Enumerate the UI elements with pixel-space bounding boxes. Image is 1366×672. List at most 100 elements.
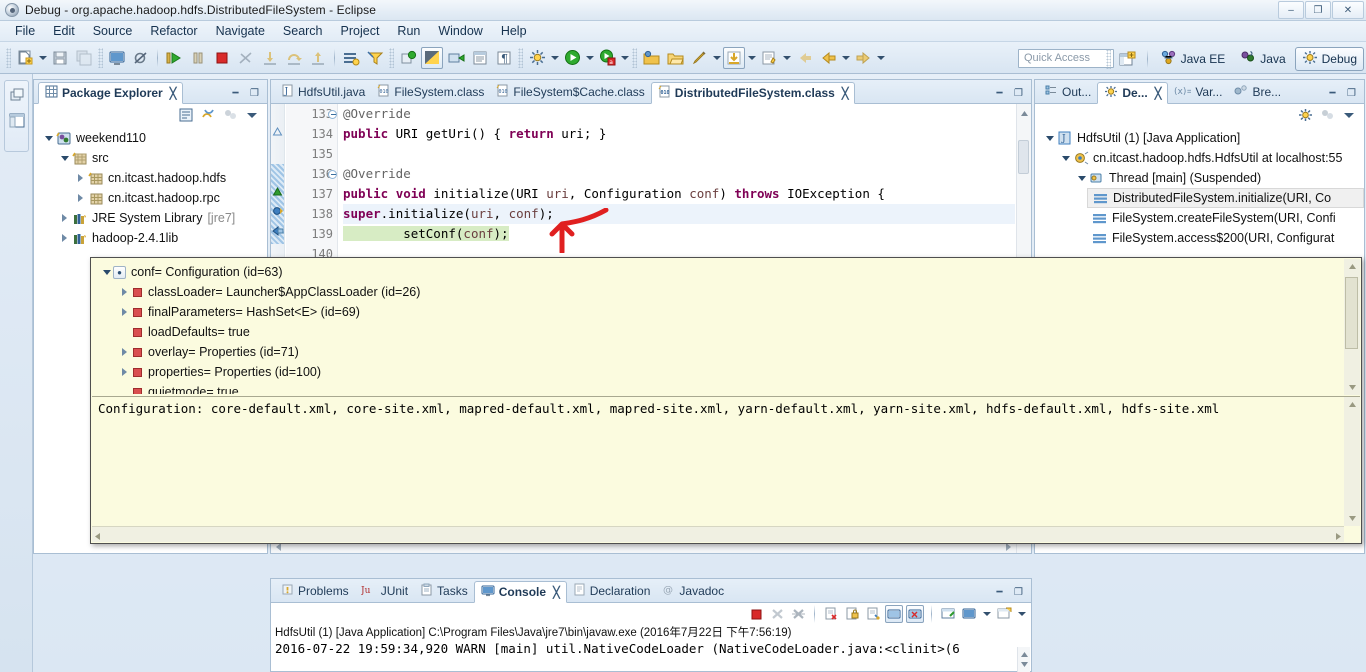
remove-all-terminated-icon[interactable] <box>789 605 807 623</box>
download-icon[interactable] <box>723 46 745 69</box>
clear-console-icon[interactable] <box>822 605 840 623</box>
run-last-tool-icon[interactable] <box>445 47 467 69</box>
menu-edit[interactable]: Edit <box>44 22 84 40</box>
tab-tasks[interactable]: Tasks <box>414 580 474 602</box>
resume-icon[interactable] <box>163 47 185 69</box>
menu-project[interactable]: Project <box>332 22 389 40</box>
maximize-icon[interactable]: ❐ <box>1012 586 1025 599</box>
popup-tree-scrollbar[interactable] <box>1344 259 1360 395</box>
menu-run[interactable]: Run <box>388 22 429 40</box>
minimize-icon[interactable]: ━ <box>993 87 1006 100</box>
debug-tree-frame-createfilesystem[interactable]: FileSystem.createFileSystem(URI, Confi <box>1035 208 1364 228</box>
step-into-icon[interactable] <box>259 47 281 69</box>
view-menu-icon[interactable] <box>243 106 261 124</box>
tree-item-package-hdfs[interactable]: cn.itcast.hadoop.hdfs <box>34 168 267 188</box>
run-icon[interactable] <box>561 47 583 69</box>
tab-junit[interactable]: Ju JUnit <box>355 580 414 602</box>
close-icon[interactable]: ╳ <box>170 87 177 100</box>
open-console-icon[interactable] <box>939 605 957 623</box>
close-icon[interactable]: ╳ <box>842 87 849 100</box>
toolbar-grip-2[interactable] <box>98 47 103 68</box>
pin-console-icon[interactable] <box>885 605 903 623</box>
debug-tree-frame-access200[interactable]: FileSystem.access$200(URI, Configurat <box>1035 228 1364 248</box>
perspective-java-ee[interactable]: Java EE <box>1155 48 1232 70</box>
chevron-down-icon[interactable] <box>100 266 113 279</box>
scroll-up-icon[interactable] <box>1020 107 1029 121</box>
remove-launch-icon[interactable] <box>768 605 786 623</box>
display-selected-console-icon[interactable] <box>906 605 924 623</box>
menu-source[interactable]: Source <box>84 22 142 40</box>
debug-icon[interactable] <box>526 47 548 69</box>
new-console-view-icon[interactable] <box>995 605 1013 623</box>
popup-row-loaddefaults[interactable]: loadDefaults= true <box>92 322 1344 342</box>
back-icon[interactable] <box>793 47 815 69</box>
console-vertical-scrollbar[interactable] <box>1017 647 1030 672</box>
search-icon[interactable] <box>688 47 710 69</box>
tab-distributedfilesystem-class[interactable]: 010 DistributedFileSystem.class ╳ <box>650 82 856 104</box>
menu-window[interactable]: Window <box>429 22 491 40</box>
run-dropdown-icon[interactable] <box>584 47 595 69</box>
menu-help[interactable]: Help <box>492 22 536 40</box>
tab-debug[interactable]: De... ╳ <box>1097 82 1169 104</box>
toolbar-grip-3[interactable] <box>389 47 394 68</box>
scroll-down-icon[interactable] <box>1345 380 1359 394</box>
tab-problems[interactable]: Problems <box>275 580 355 602</box>
popup-row-conf[interactable]: ● conf= Configuration (id=63) <box>92 262 1344 282</box>
popup-row-overlay[interactable]: overlay= Properties (id=71) <box>92 342 1344 362</box>
menu-refactor[interactable]: Refactor <box>141 22 206 40</box>
chevron-down-icon[interactable] <box>1043 132 1056 145</box>
chevron-down-icon[interactable] <box>42 132 55 145</box>
menu-search[interactable]: Search <box>274 22 332 40</box>
popup-detail-scrollbar[interactable] <box>1344 397 1360 526</box>
skip-breakpoints-icon[interactable] <box>130 47 152 69</box>
toolbar-grip-5[interactable] <box>632 47 637 68</box>
step-return-icon[interactable] <box>307 47 329 69</box>
chevron-right-icon[interactable] <box>118 346 131 359</box>
close-icon[interactable]: ╳ <box>1155 87 1162 100</box>
minimize-icon[interactable]: ━ <box>229 87 242 100</box>
open-console-icon[interactable] <box>106 47 128 69</box>
focus-on-active-task-icon[interactable] <box>221 106 239 124</box>
toolbar-grip[interactable] <box>6 47 11 68</box>
new-wizard-icon[interactable] <box>14 47 36 69</box>
package-explorer-shortcut-icon[interactable] <box>6 110 27 131</box>
debug-tree-launch[interactable]: J HdfsUtil (1) [Java Application] <box>1035 128 1364 148</box>
collapse-all-icon[interactable] <box>177 106 195 124</box>
scroll-down-icon[interactable] <box>1345 511 1359 525</box>
external-tools-icon[interactable] <box>421 46 443 69</box>
open-console-menu-icon[interactable] <box>960 605 978 623</box>
perspective-debug[interactable]: Debug <box>1294 47 1364 71</box>
toolbar-grip-4[interactable] <box>518 47 523 68</box>
popup-row-finalparameters[interactable]: finalParameters= HashSet<E> (id=69) <box>92 302 1344 322</box>
save-icon[interactable] <box>49 47 71 69</box>
chevron-right-icon[interactable] <box>74 172 87 185</box>
tree-item-jre-library[interactable]: JRE System Library [jre7] <box>34 208 267 228</box>
tab-package-explorer[interactable]: Package Explorer ╳ <box>38 82 184 104</box>
open-folder-icon[interactable] <box>664 47 686 69</box>
link-with-editor-icon[interactable] <box>199 106 217 124</box>
close-button[interactable]: ✕ <box>1332 1 1364 19</box>
step-over-icon[interactable] <box>283 47 305 69</box>
tab-variables[interactable]: (x)= Var... <box>1168 81 1228 103</box>
tree-item-package-rpc[interactable]: cn.itcast.hadoop.rpc <box>34 188 267 208</box>
popup-horizontal-scrollbar[interactable] <box>92 526 1344 542</box>
debug-tree-frame-initialize[interactable]: DistributedFileSystem.initialize(URI, Co <box>1087 188 1364 208</box>
scroll-right-icon[interactable] <box>1334 530 1342 544</box>
save-all-icon[interactable] <box>73 47 95 69</box>
menu-file[interactable]: File <box>6 22 44 40</box>
tab-breakpoints[interactable]: Bre... <box>1228 81 1287 103</box>
scroll-up-icon[interactable] <box>1345 260 1359 274</box>
tree-item-src[interactable]: src <box>34 148 267 168</box>
show-console-on-output-icon[interactable] <box>864 605 882 623</box>
tab-declaration[interactable]: Declaration <box>567 580 657 602</box>
tree-item-hadoop-library[interactable]: hadoop-2.4.1lib <box>34 228 267 248</box>
open-type-icon[interactable] <box>469 47 491 69</box>
chevron-right-icon[interactable] <box>58 212 71 225</box>
scroll-left-icon[interactable] <box>94 530 102 544</box>
debug-tree-target[interactable]: cn.itcast.hadoop.hdfs.HdfsUtil at localh… <box>1035 148 1364 168</box>
suspend-icon[interactable] <box>187 47 209 69</box>
perspective-grip[interactable] <box>1105 49 1111 69</box>
tab-hdfsutil-java[interactable]: J HdfsUtil.java <box>275 81 371 103</box>
chevron-down-icon[interactable] <box>58 152 71 165</box>
drop-to-frame-icon[interactable] <box>340 47 362 69</box>
